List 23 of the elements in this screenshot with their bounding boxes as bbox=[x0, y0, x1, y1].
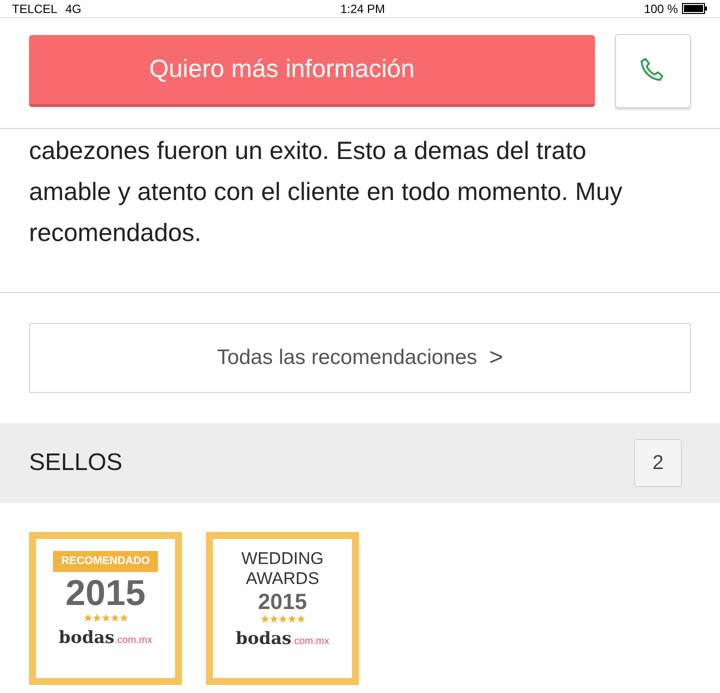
battery-percent: 100 % bbox=[644, 2, 678, 14]
brand-domain: .com.mx bbox=[291, 635, 330, 649]
seal-title: WEDDING bbox=[241, 549, 324, 569]
award-seal[interactable]: WEDDING AWARDS 2015 bodas.com.mx bbox=[206, 532, 359, 685]
section-title: SELLOS bbox=[29, 448, 122, 478]
brand-name: bodas bbox=[58, 626, 114, 650]
clock-time: 1:24 PM bbox=[340, 2, 386, 14]
count-badge: 2 bbox=[634, 439, 682, 487]
battery-icon bbox=[682, 3, 708, 14]
network-type: 4G bbox=[65, 2, 82, 14]
award-seal[interactable]: RECOMENDADO 2015 bodas.com.mx bbox=[29, 532, 182, 685]
seal-ribbon: RECOMENDADO bbox=[53, 551, 158, 572]
brand-domain: .com.mx bbox=[114, 634, 152, 648]
review-text-line: recomendados. bbox=[29, 218, 202, 249]
seal-year: 2015 bbox=[65, 572, 146, 614]
brand-name: bodas bbox=[236, 628, 292, 651]
carrier-name: TELCEL bbox=[12, 2, 58, 14]
seal-title: AWARDS bbox=[246, 569, 320, 589]
review-text-line: amable y atento con el cliente en todo momento. Muy bbox=[29, 177, 624, 208]
all-recommendations-button[interactable]: Todas las recomendaciones > bbox=[29, 323, 691, 393]
call-button[interactable] bbox=[615, 34, 691, 108]
review-text-line: cabezones fueron un exito. Esto a demas del trato bbox=[29, 136, 588, 167]
seal-year: 2015 bbox=[258, 589, 307, 615]
